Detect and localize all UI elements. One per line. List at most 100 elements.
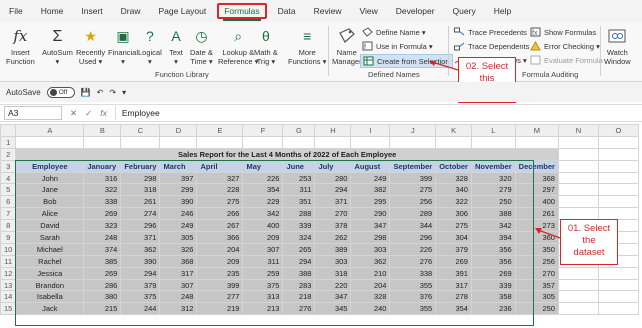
sales-value-cell[interactable]: 304 [435, 231, 472, 244]
function-button-2[interactable]: ★ Recently Used ▾ [76, 26, 105, 67]
table-header-cell[interactable]: Employee [15, 159, 85, 173]
cell[interactable] [435, 135, 472, 149]
row-header[interactable]: 6 [0, 195, 17, 209]
sales-value-cell[interactable]: 316 [83, 171, 122, 185]
cell[interactable] [557, 278, 599, 292]
cancel-icon[interactable]: ✕ [70, 108, 77, 119]
sales-value-cell[interactable]: 249 [350, 171, 391, 185]
sales-value-cell[interactable]: 236 [470, 302, 516, 316]
tab-page-layout[interactable]: Page Layout [150, 0, 216, 22]
employee-name-cell[interactable]: Jessica [15, 266, 85, 280]
define-name-button[interactable]: Define Name ▾ [362, 27, 426, 37]
employee-name-cell[interactable]: Alice [15, 207, 85, 221]
cell[interactable] [597, 290, 639, 304]
sales-value-cell[interactable]: 339 [470, 278, 516, 292]
sales-value-cell[interactable]: 226 [389, 242, 437, 256]
table-header-cell[interactable]: May [242, 159, 284, 173]
cell[interactable] [557, 207, 599, 221]
cell[interactable] [514, 135, 559, 149]
cell[interactable] [597, 207, 639, 221]
column-header[interactable]: C [120, 124, 161, 137]
show-formulas-button[interactable]: fx Show Formulas [530, 27, 596, 37]
sales-value-cell[interactable]: 347 [314, 290, 352, 304]
sales-value-cell[interactable]: 294 [282, 254, 316, 268]
sales-value-cell[interactable]: 388 [470, 207, 516, 221]
sales-value-cell[interactable]: 229 [242, 195, 284, 209]
sales-value-cell[interactable]: 390 [159, 195, 198, 209]
cell[interactable] [83, 135, 122, 149]
cell[interactable] [242, 135, 284, 149]
sales-value-cell[interactable]: 280 [314, 171, 352, 185]
row-header[interactable]: 11 [0, 254, 17, 268]
sales-value-cell[interactable]: 400 [242, 219, 284, 233]
cell[interactable] [557, 147, 599, 161]
sales-value-cell[interactable]: 307 [242, 242, 284, 256]
row-header[interactable]: 7 [0, 207, 17, 221]
sales-value-cell[interactable]: 311 [282, 183, 316, 197]
sales-value-cell[interactable]: 289 [389, 207, 437, 221]
sales-value-cell[interactable]: 371 [120, 231, 161, 244]
table-header-cell[interactable]: April [196, 159, 244, 173]
sales-value-cell[interactable]: 270 [314, 207, 352, 221]
sales-value-cell[interactable]: 276 [389, 254, 437, 268]
sales-value-cell[interactable]: 313 [242, 290, 284, 304]
sales-value-cell[interactable]: 240 [350, 302, 391, 316]
sales-value-cell[interactable]: 303 [350, 242, 391, 256]
function-button-4[interactable]: ? Logical ▾ [138, 26, 162, 67]
table-header-cell[interactable]: March [159, 159, 198, 173]
trace-precedents-button[interactable]: Trace Precedents [454, 27, 527, 37]
cell[interactable] [557, 266, 599, 280]
sales-value-cell[interactable]: 347 [350, 219, 391, 233]
sales-value-cell[interactable]: 356 [470, 242, 516, 256]
tab-insert[interactable]: Insert [72, 0, 111, 22]
formula-input[interactable]: Employee [114, 106, 642, 120]
evaluate-formula-button[interactable]: Evaluate Formula [530, 55, 603, 65]
sales-value-cell[interactable]: 368 [514, 171, 559, 185]
sales-value-cell[interactable]: 322 [83, 183, 122, 197]
cell[interactable] [470, 135, 516, 149]
table-header-cell[interactable]: September [389, 159, 437, 173]
cell[interactable] [557, 183, 599, 197]
sales-value-cell[interactable]: 261 [514, 207, 559, 221]
row-header[interactable]: 5 [0, 183, 17, 197]
sales-value-cell[interactable]: 209 [196, 254, 244, 268]
column-header[interactable]: F [242, 124, 284, 137]
sales-value-cell[interactable]: 248 [159, 290, 198, 304]
row-header[interactable]: 1 [0, 135, 17, 149]
tab-query[interactable]: Query [444, 0, 485, 22]
sales-value-cell[interactable]: 354 [242, 183, 284, 197]
sales-value-cell[interactable]: 253 [282, 171, 316, 185]
sales-value-cell[interactable]: 235 [196, 266, 244, 280]
sales-value-cell[interactable]: 288 [282, 207, 316, 221]
cell[interactable] [597, 183, 639, 197]
sales-value-cell[interactable]: 379 [120, 278, 161, 292]
sales-value-cell[interactable]: 317 [159, 266, 198, 280]
employee-name-cell[interactable]: Sarah [15, 231, 85, 244]
redo-icon[interactable]: ↷ [109, 88, 116, 97]
sales-value-cell[interactable]: 380 [83, 290, 122, 304]
sales-value-cell[interactable]: 278 [435, 290, 472, 304]
sales-value-cell[interactable]: 270 [514, 266, 559, 280]
column-header[interactable]: M [514, 124, 559, 137]
function-button-5[interactable]: A Text ▾ [166, 26, 186, 67]
column-header[interactable]: E [196, 124, 244, 137]
sales-value-cell[interactable]: 213 [242, 302, 284, 316]
row-header[interactable]: 10 [0, 242, 17, 256]
table-header-cell[interactable]: October [435, 159, 472, 173]
sales-value-cell[interactable]: 259 [242, 266, 284, 280]
sales-value-cell[interactable]: 299 [159, 183, 198, 197]
tab-formulas[interactable]: Formulas [215, 0, 268, 22]
sales-value-cell[interactable]: 328 [350, 290, 391, 304]
sales-value-cell[interactable]: 219 [196, 302, 244, 316]
table-header-cell[interactable]: June [282, 159, 316, 173]
sales-value-cell[interactable]: 322 [435, 195, 472, 209]
sales-value-cell[interactable]: 340 [435, 183, 472, 197]
watch-window-button[interactable]: Watch Window [604, 26, 631, 66]
column-header[interactable]: D [159, 124, 198, 137]
cell[interactable] [557, 302, 599, 316]
sales-value-cell[interactable]: 246 [159, 207, 198, 221]
sales-value-cell[interactable]: 290 [350, 207, 391, 221]
employee-name-cell[interactable]: David [15, 219, 85, 233]
sales-value-cell[interactable]: 318 [314, 266, 352, 280]
sales-value-cell[interactable]: 279 [470, 183, 516, 197]
